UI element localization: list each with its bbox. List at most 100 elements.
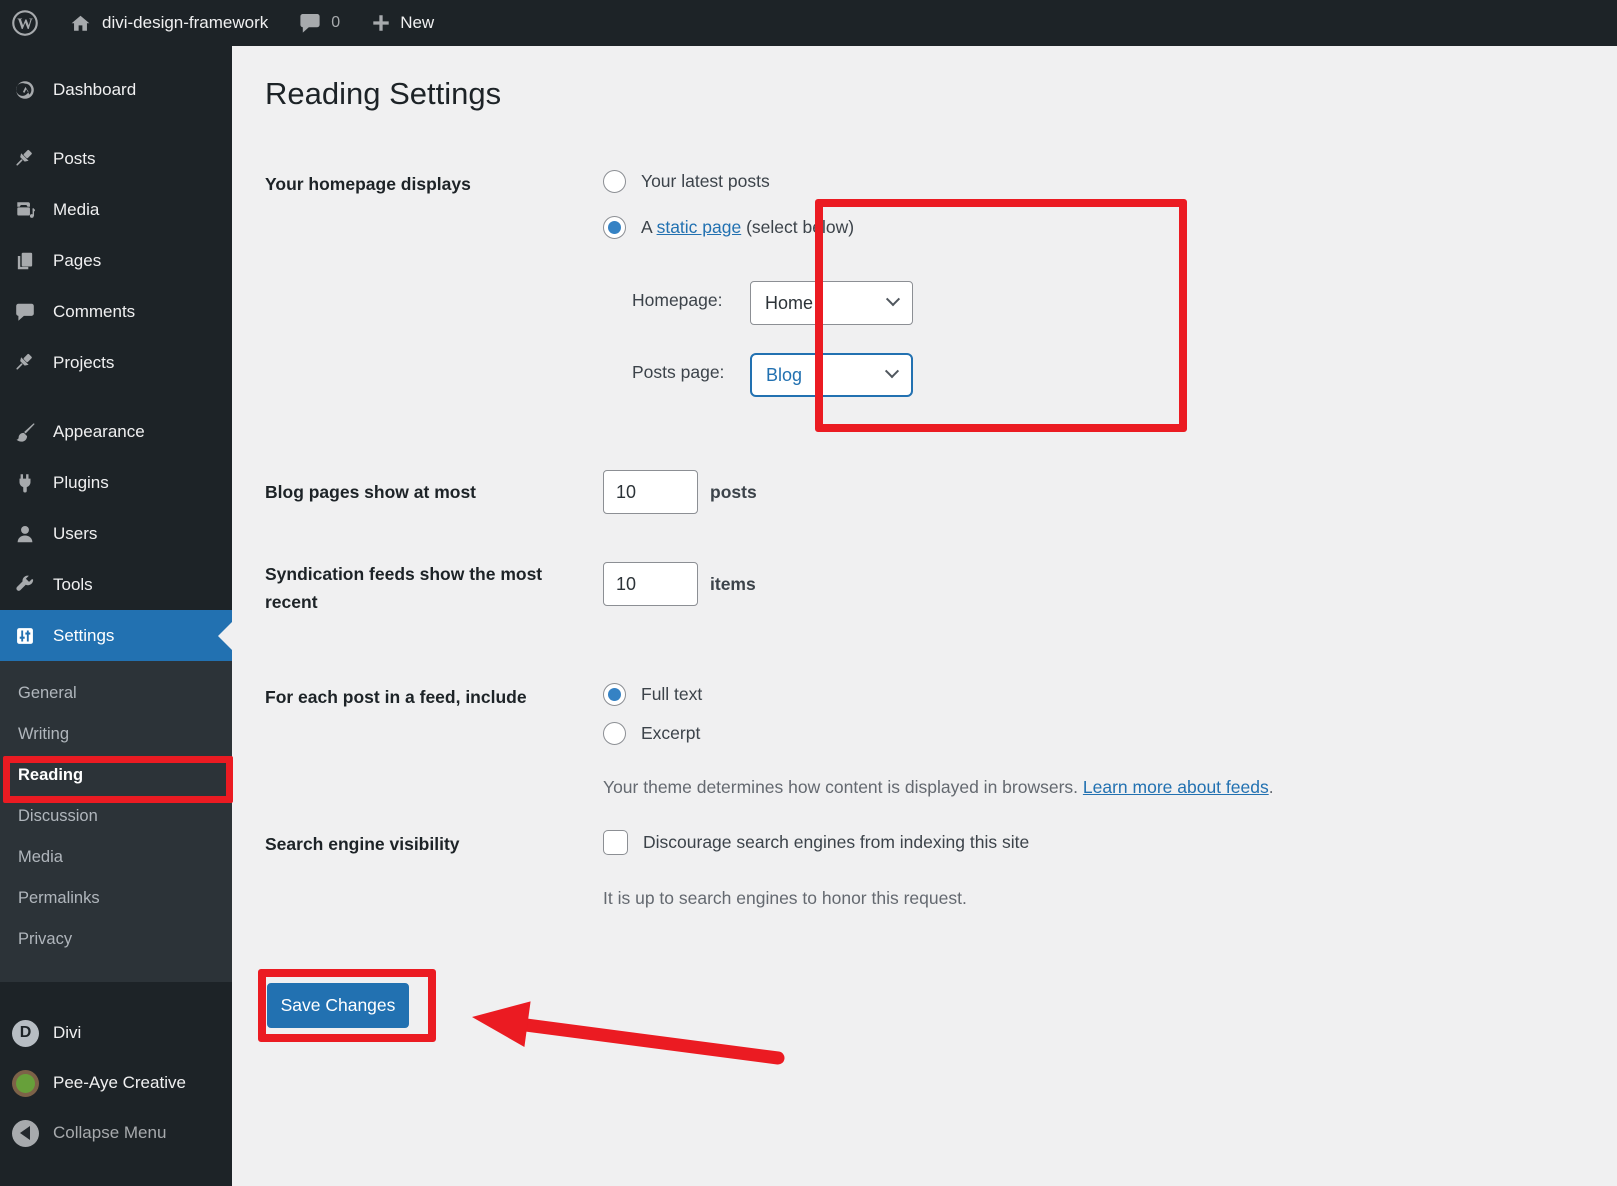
plugins-icon bbox=[14, 472, 36, 494]
sidebar-item-dashboard[interactable]: Dashboard bbox=[0, 66, 232, 114]
homepage-select-row: Homepage: Home bbox=[603, 281, 1613, 325]
sidebar-item-tools[interactable]: Tools bbox=[0, 559, 232, 610]
admin-bar: W divi-design-framework 0 New bbox=[0, 0, 1617, 46]
admin-menu: Dashboard Posts Media Pages Comments Pro… bbox=[0, 46, 232, 1158]
collapse-menu-label: Collapse Menu bbox=[53, 1123, 167, 1142]
page-title: Reading Settings bbox=[265, 76, 502, 111]
latest-posts-radio[interactable] bbox=[603, 170, 626, 193]
sidebar-item-appearance[interactable]: Appearance bbox=[0, 406, 232, 457]
sidebar-item-label: Media bbox=[53, 199, 100, 219]
plus-icon[interactable] bbox=[370, 12, 392, 34]
excerpt-option[interactable]: Excerpt bbox=[603, 722, 1613, 745]
divi-icon: D bbox=[12, 1019, 39, 1047]
pushpin-icon bbox=[14, 352, 36, 374]
sidebar-item-pee-aye-creative[interactable]: Pee-Aye Creative bbox=[0, 1058, 232, 1108]
full-text-label[interactable]: Full text bbox=[641, 684, 702, 705]
sidebar-item-label: Comments bbox=[53, 301, 136, 321]
search-visibility-row: Search engine visibility Discourage sear… bbox=[265, 830, 1029, 908]
latest-posts-option[interactable]: Your latest posts bbox=[603, 170, 1613, 193]
feed-help-text: Your theme determines how content is dis… bbox=[603, 777, 1274, 797]
comments-icon bbox=[14, 301, 36, 323]
sidebar-item-divi[interactable]: D Divi bbox=[0, 1008, 232, 1058]
sidebar: Dashboard Posts Media Pages Comments Pro… bbox=[0, 46, 232, 1186]
submenu-item-permalinks[interactable]: Permalinks bbox=[0, 878, 232, 919]
sidebar-item-plugins[interactable]: Plugins bbox=[0, 457, 232, 508]
chevron-down-icon bbox=[884, 363, 900, 378]
blog-pages-label: Blog pages show at most bbox=[265, 482, 476, 502]
homepage-select[interactable]: Home bbox=[750, 281, 913, 325]
comments-count[interactable]: 0 bbox=[331, 14, 340, 32]
latest-posts-label[interactable]: Your latest posts bbox=[641, 171, 770, 192]
discourage-indexing-label[interactable]: Discourage search engines from indexing … bbox=[643, 832, 1029, 853]
sidebar-item-projects[interactable]: Projects bbox=[0, 337, 232, 388]
submenu-item-writing[interactable]: Writing bbox=[0, 714, 232, 755]
new-button[interactable]: New bbox=[400, 13, 434, 33]
collapse-menu-button[interactable]: Collapse Menu bbox=[0, 1108, 232, 1158]
submenu-item-reading[interactable]: Reading bbox=[0, 755, 232, 796]
search-visibility-help: It is up to search engines to honor this… bbox=[603, 888, 967, 908]
blog-pages-row: Blog pages show at most posts bbox=[265, 470, 757, 514]
chevron-down-icon bbox=[885, 291, 901, 306]
sidebar-item-label: Posts bbox=[53, 148, 96, 168]
svg-text:W: W bbox=[17, 16, 33, 33]
syndication-label: Syndication feeds show the most recent bbox=[265, 564, 543, 612]
collapse-arrow-icon bbox=[12, 1119, 39, 1147]
posts-page-select[interactable]: Blog bbox=[750, 353, 913, 397]
settings-submenu: General Writing Reading Discussion Media… bbox=[0, 661, 232, 982]
syndication-row: Syndication feeds show the most recent i… bbox=[265, 562, 756, 616]
blog-pages-input[interactable] bbox=[603, 470, 698, 514]
home-icon[interactable] bbox=[68, 11, 93, 36]
sidebar-item-label: Plugins bbox=[53, 472, 109, 492]
submenu-item-media[interactable]: Media bbox=[0, 837, 232, 878]
settings-icon bbox=[14, 625, 36, 647]
full-text-radio[interactable] bbox=[603, 683, 626, 706]
pages-icon bbox=[14, 250, 36, 272]
feed-include-label: For each post in a feed, include bbox=[265, 687, 527, 707]
sidebar-item-label: Dashboard bbox=[53, 80, 137, 99]
blog-pages-suffix: posts bbox=[710, 481, 757, 502]
sidebar-item-label: Divi bbox=[53, 1023, 82, 1042]
pushpin-icon bbox=[14, 148, 36, 170]
static-page-radio[interactable] bbox=[603, 216, 626, 239]
comments-bubble-icon[interactable] bbox=[298, 11, 322, 35]
static-page-link[interactable]: static page bbox=[657, 217, 742, 237]
discourage-indexing-option[interactable]: Discourage search engines from indexing … bbox=[603, 830, 1613, 855]
sidebar-item-media[interactable]: Media bbox=[0, 184, 232, 235]
pee-aye-creative-logo-icon bbox=[12, 1069, 39, 1097]
discourage-indexing-checkbox[interactable] bbox=[603, 830, 628, 855]
save-changes-button[interactable]: Save Changes bbox=[267, 983, 409, 1028]
posts-page-select-label: Posts page: bbox=[632, 362, 725, 382]
media-icon bbox=[14, 199, 36, 221]
tools-icon bbox=[14, 574, 36, 596]
posts-page-select-row: Posts page: Blog bbox=[603, 353, 1613, 397]
sidebar-item-label: Pee-Aye Creative bbox=[53, 1073, 186, 1092]
wordpress-logo-icon[interactable]: W bbox=[10, 8, 40, 38]
submenu-item-privacy[interactable]: Privacy bbox=[0, 919, 232, 960]
syndication-input[interactable] bbox=[603, 562, 698, 606]
excerpt-radio[interactable] bbox=[603, 722, 626, 745]
full-text-option[interactable]: Full text bbox=[603, 683, 1613, 706]
sidebar-item-label: Appearance bbox=[53, 421, 145, 441]
submenu-item-discussion[interactable]: Discussion bbox=[0, 796, 232, 837]
homepage-displays-label: Your homepage displays bbox=[265, 174, 471, 194]
sidebar-item-label: Users bbox=[53, 523, 98, 543]
search-visibility-label: Search engine visibility bbox=[265, 834, 460, 854]
sidebar-item-settings[interactable]: Settings bbox=[0, 610, 232, 661]
sidebar-item-users[interactable]: Users bbox=[0, 508, 232, 559]
site-name[interactable]: divi-design-framework bbox=[102, 13, 268, 33]
learn-more-feeds-link[interactable]: Learn more about feeds bbox=[1083, 777, 1269, 797]
static-page-label[interactable]: A static page (select below) bbox=[641, 217, 854, 238]
submenu-item-general[interactable]: General bbox=[0, 673, 232, 714]
sidebar-item-pages[interactable]: Pages bbox=[0, 235, 232, 286]
feed-include-row: For each post in a feed, include Full te… bbox=[265, 683, 1274, 797]
sidebar-item-label: Settings bbox=[53, 625, 115, 645]
homepage-displays-row: Your homepage displays Your latest posts… bbox=[265, 170, 913, 397]
users-icon bbox=[14, 523, 36, 545]
sidebar-item-posts[interactable]: Posts bbox=[0, 133, 232, 184]
sidebar-item-comments[interactable]: Comments bbox=[0, 286, 232, 337]
excerpt-label[interactable]: Excerpt bbox=[641, 723, 700, 744]
static-page-option[interactable]: A static page (select below) bbox=[603, 216, 1613, 239]
main-content: Reading Settings Your homepage displays … bbox=[232, 46, 1617, 1186]
homepage-select-label: Homepage: bbox=[632, 290, 723, 310]
homepage-select-value: Home bbox=[765, 292, 814, 313]
